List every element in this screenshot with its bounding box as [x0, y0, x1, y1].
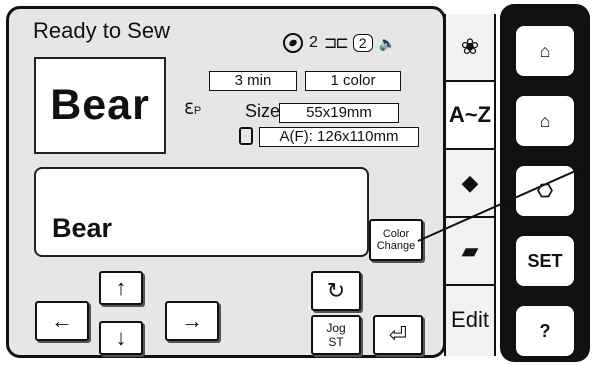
tab-designs[interactable]: ❀	[446, 14, 494, 82]
jog-label: Jog	[326, 321, 346, 335]
embroidery-machine-icon: ⌂	[539, 110, 551, 131]
embroidery-machine-button[interactable]: ⌂	[514, 94, 576, 148]
tab-edit[interactable]: Edit	[446, 286, 494, 354]
block-icon: ▰	[461, 238, 479, 263]
main-panel: Ready to Sew 2 ⊐⊏ 2 🔈 Bear 3 min 1 color…	[6, 6, 446, 358]
tab-az[interactable]: A~Z	[446, 82, 494, 150]
needle-count: 2	[309, 34, 318, 51]
text-display-value: Bear	[52, 213, 113, 243]
size-label: Size	[245, 101, 281, 121]
flower-icon: ❀	[460, 34, 480, 59]
set-button[interactable]: SET	[514, 234, 576, 288]
sewing-machine-button[interactable]: ⌂	[514, 24, 576, 78]
right-arrow-button[interactable]: →	[165, 301, 219, 341]
eraser-icon: ◆	[461, 170, 479, 195]
color-count-field: 1 color	[305, 71, 401, 91]
bobbin-count: 2	[352, 34, 373, 52]
bag-button[interactable]: ⎔	[514, 164, 576, 218]
status-group: 2 ⊐⊏ 2 🔈	[283, 33, 396, 53]
design-preview: Bear	[34, 57, 166, 154]
jog-start-button[interactable]: Jog ST	[311, 315, 361, 355]
presser-foot-icon: ℇP	[184, 101, 202, 118]
text-display: Bear	[34, 167, 369, 257]
left-arrow-button[interactable]: ←	[35, 301, 89, 341]
speaker-icon[interactable]: 🔈	[379, 35, 396, 52]
foot-label: P	[193, 105, 202, 117]
tab-eraser[interactable]: ◆	[446, 150, 494, 218]
up-arrow-button[interactable]: ↑	[99, 271, 143, 305]
hoop-icon	[239, 127, 253, 145]
return-button[interactable]: ⏎	[373, 315, 423, 355]
color-change-button[interactable]: Color Change	[369, 219, 423, 261]
sewing-machine-icon: ⌂	[539, 40, 551, 61]
bobbin-icon: ⊐⊏	[323, 35, 349, 52]
size-value: 55x19mm	[279, 103, 399, 123]
screen-title: Ready to Sew	[33, 18, 170, 43]
category-tabs: ❀ A~Z ◆ ▰ Edit	[444, 14, 496, 356]
rotate-button[interactable]: ↻	[311, 271, 361, 311]
needle-icon	[283, 33, 303, 53]
down-arrow-button[interactable]: ↓	[99, 321, 143, 355]
hoop-value: A(F): 126x110mm	[259, 127, 419, 147]
time-field: 3 min	[209, 71, 297, 91]
tab-block[interactable]: ▰	[446, 218, 494, 286]
st-label: ST	[328, 335, 344, 349]
help-button[interactable]: ?	[514, 304, 576, 358]
